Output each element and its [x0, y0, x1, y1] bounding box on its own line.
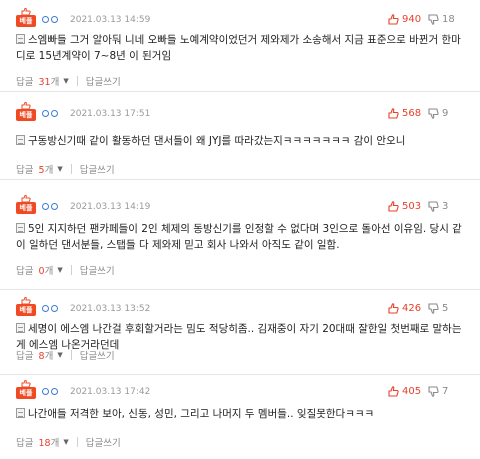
comment-date: 2021.03.13 17:51 — [70, 109, 151, 119]
comment-body: 5인 지지하던 팬카페들이 2인 체제의 동방신기를 인정할 수 없다며 3인으… — [16, 221, 468, 253]
comment-footer: 답글 8개 ▼ 답글쓰기 — [16, 348, 115, 362]
write-reply-link[interactable]: 답글쓰기 — [80, 348, 115, 362]
comment-item: 베플 2021.03.13 17:42 405 7 나간애들 저격한 보아, 신… — [0, 378, 480, 459]
reply-count: 18 — [38, 438, 51, 449]
like-button[interactable]: 568 — [388, 108, 421, 119]
comment-body: 스엠빠들 그거 알아둬 니네 오빠들 노예계약이었던거 제와제가 소송해서 지금… — [16, 32, 468, 64]
thumbs-down-icon — [428, 303, 439, 314]
like-button[interactable]: 426 — [388, 303, 421, 314]
reply-toggle[interactable]: 답글 31개 — [16, 74, 59, 88]
comment-text: 5인 지지하던 팬카페들이 2인 체제의 동방신기를 인정할 수 없다며 3인으… — [16, 223, 462, 251]
thumbs-up-icon — [388, 386, 399, 397]
document-icon — [16, 323, 25, 333]
document-icon — [16, 223, 25, 233]
best-comment-badge: 베플 — [16, 195, 36, 216]
divider — [70, 350, 72, 360]
user-icon — [42, 203, 58, 213]
divider — [76, 437, 78, 447]
caret-down-icon[interactable]: ▼ — [57, 266, 62, 274]
dislike-count: 9 — [442, 108, 449, 119]
like-button[interactable]: 405 — [388, 386, 421, 397]
dislike-button[interactable]: 7 — [428, 386, 448, 397]
comment-footer: 답글 0개 ▼ 답글쓰기 — [16, 263, 115, 277]
like-count: 426 — [402, 303, 422, 314]
thumbs-down-icon — [428, 386, 439, 397]
comment-footer: 답글 31개 ▼ 답글쓰기 — [16, 74, 121, 88]
dislike-button[interactable]: 18 — [428, 14, 455, 25]
thumbs-up-icon — [388, 14, 399, 25]
comment-item: 베플 2021.03.13 13:52 426 5 세명이 에스엠 나간걸 후회… — [0, 295, 480, 375]
dislike-count: 3 — [442, 201, 449, 212]
thumbs-down-icon — [428, 201, 439, 212]
comment-text: 구동방신기때 같이 활동하던 댄서들이 왜 JYJ를 따라갔는지ㅋㅋㅋㅋㅋㅋㅋ … — [28, 135, 406, 147]
dislike-count: 7 — [442, 386, 449, 397]
user-icon — [42, 16, 58, 26]
comment-text: 스엠빠들 그거 알아둬 니네 오빠들 노예계약이었던거 제와제가 소송해서 지금… — [16, 34, 461, 62]
divider — [70, 164, 72, 174]
reply-toggle[interactable]: 답글 8개 — [16, 348, 53, 362]
comment-date: 2021.03.13 14:19 — [70, 202, 151, 212]
comment-item: 베플 2021.03.13 14:59 940 18 스엠빠들 그거 알아둬 니… — [0, 6, 480, 92]
dislike-count: 18 — [442, 14, 455, 25]
reply-toggle[interactable]: 답글 0개 — [16, 263, 53, 277]
caret-down-icon[interactable]: ▼ — [57, 351, 62, 359]
comment-date: 2021.03.13 17:42 — [70, 387, 151, 397]
like-count: 940 — [402, 14, 422, 25]
write-reply-link[interactable]: 답글쓰기 — [86, 74, 121, 88]
comment-text: 세명이 에스엠 나간걸 후회할거라는 밈도 적당히좀.. 김재중이 자기 20대… — [16, 323, 462, 351]
like-count: 405 — [402, 386, 422, 397]
like-count: 568 — [402, 108, 422, 119]
thumbs-up-icon — [388, 108, 399, 119]
comment-date: 2021.03.13 13:52 — [70, 304, 151, 314]
user-icon — [42, 110, 58, 120]
comment-body: 나간애들 저격한 보아, 신동, 성민, 그리고 나머지 두 멤버들.. 잊질못… — [16, 406, 468, 422]
reply-toggle[interactable]: 답글 5개 — [16, 162, 53, 176]
dislike-button[interactable]: 3 — [428, 201, 448, 212]
thumbs-down-icon — [428, 14, 439, 25]
best-comment-badge: 베플 — [16, 380, 36, 401]
divider — [70, 265, 72, 275]
best-comment-badge: 베플 — [16, 102, 36, 123]
document-icon — [16, 135, 25, 145]
user-icon — [42, 388, 58, 398]
document-icon — [16, 408, 25, 418]
thumbs-down-icon — [428, 108, 439, 119]
dislike-button[interactable]: 5 — [428, 303, 448, 314]
comment-footer: 답글 18개 ▼ 답글쓰기 — [16, 435, 121, 449]
caret-down-icon[interactable]: ▼ — [57, 165, 62, 173]
thumbs-up-icon — [388, 303, 399, 314]
reply-toggle[interactable]: 답글 18개 — [16, 435, 59, 449]
write-reply-link[interactable]: 답글쓰기 — [80, 263, 115, 277]
comment-item: 베플 2021.03.13 14:19 503 3 5인 지지하던 팬카페들이 … — [0, 193, 480, 290]
dislike-button[interactable]: 9 — [428, 108, 448, 119]
best-comment-badge: 베플 — [16, 297, 36, 318]
comment-date: 2021.03.13 14:59 — [70, 15, 151, 25]
thumbs-up-icon — [388, 201, 399, 212]
document-icon — [16, 34, 25, 44]
user-icon — [42, 305, 58, 315]
reply-count: 31 — [38, 77, 51, 88]
best-comment-badge: 베플 — [16, 8, 36, 29]
comment-body: 구동방신기때 같이 활동하던 댄서들이 왜 JYJ를 따라갔는지ㅋㅋㅋㅋㅋㅋㅋ … — [16, 133, 468, 149]
comment-item: 베플 2021.03.13 17:51 568 9 구동방신기때 같이 활동하던… — [0, 100, 480, 180]
write-reply-link[interactable]: 답글쓰기 — [80, 162, 115, 176]
dislike-count: 5 — [442, 303, 449, 314]
comment-footer: 답글 5개 ▼ 답글쓰기 — [16, 162, 115, 176]
comment-text: 나간애들 저격한 보아, 신동, 성민, 그리고 나머지 두 멤버들.. 잊질못… — [28, 408, 375, 420]
like-count: 503 — [402, 201, 422, 212]
caret-down-icon[interactable]: ▼ — [63, 438, 68, 446]
like-button[interactable]: 503 — [388, 201, 421, 212]
like-button[interactable]: 940 — [388, 14, 421, 25]
caret-down-icon[interactable]: ▼ — [63, 77, 68, 85]
divider — [76, 76, 78, 86]
write-reply-link[interactable]: 답글쓰기 — [86, 435, 121, 449]
